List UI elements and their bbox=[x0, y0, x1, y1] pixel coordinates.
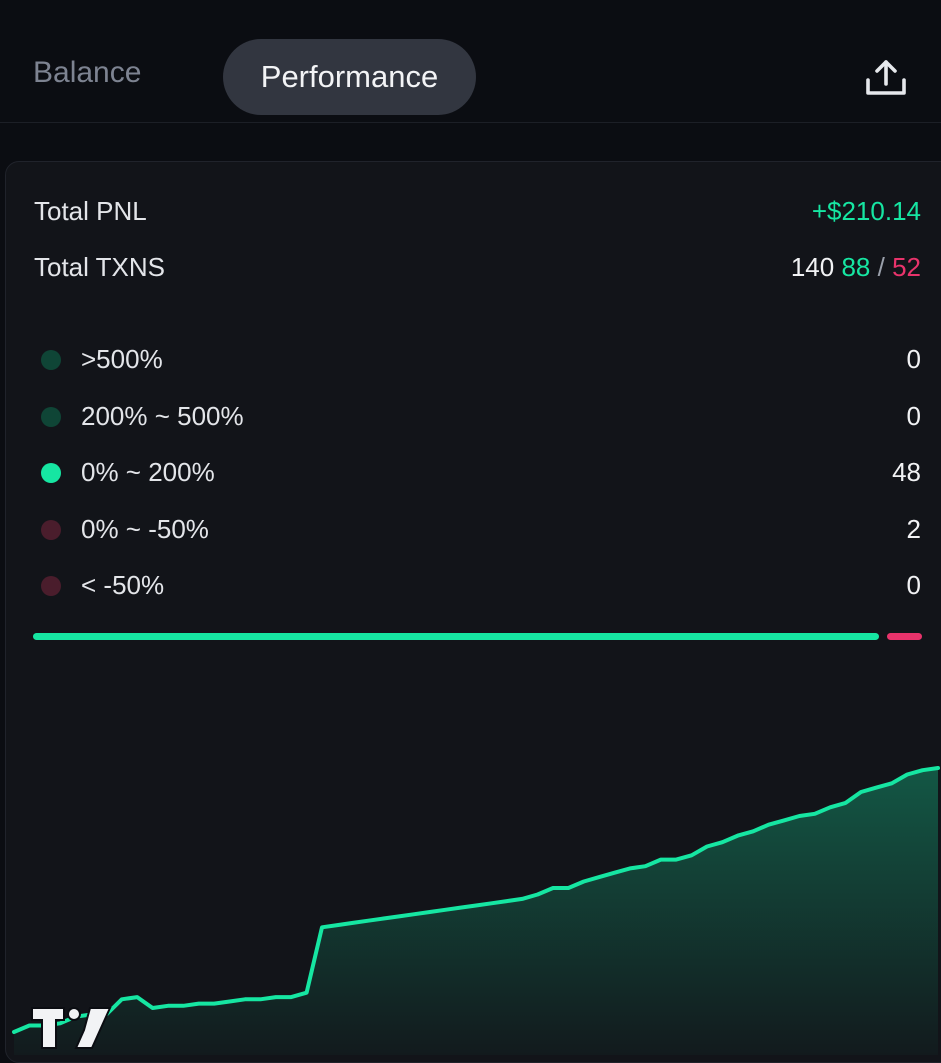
total-txns-values: 140 88 / 52 bbox=[791, 252, 921, 283]
bucket-label: 0% ~ 200% bbox=[81, 457, 215, 488]
tab-balance[interactable]: Balance bbox=[33, 56, 141, 90]
bucket-dot bbox=[41, 520, 61, 540]
tradingview-logo bbox=[30, 1004, 112, 1052]
total-txns-label: Total TXNS bbox=[34, 252, 165, 283]
total-pnl-row: Total PNL +$210.14 bbox=[34, 196, 921, 227]
bucket-dot bbox=[41, 576, 61, 596]
distribution-bar-negative bbox=[887, 633, 922, 640]
bucket-value: 48 bbox=[892, 457, 921, 488]
txns-separator: / bbox=[878, 252, 885, 282]
bucket-label: 0% ~ -50% bbox=[81, 514, 209, 545]
tab-performance[interactable]: Performance bbox=[223, 39, 476, 115]
bucket-label: < -50% bbox=[81, 570, 164, 601]
bucket-value: 0 bbox=[907, 344, 921, 375]
bucket-row-under-neg50: < -50% 0 bbox=[34, 570, 921, 601]
bucket-label: >500% bbox=[81, 344, 163, 375]
total-txns-count: 140 bbox=[791, 252, 834, 282]
total-pnl-value: +$210.14 bbox=[812, 196, 921, 227]
bucket-row-0-200: 0% ~ 200% 48 bbox=[34, 457, 921, 488]
txns-wins: 88 bbox=[841, 252, 870, 282]
total-txns-row: Total TXNS 140 88 / 52 bbox=[34, 252, 921, 283]
bucket-value: 0 bbox=[907, 401, 921, 432]
bucket-row-200-500: 200% ~ 500% 0 bbox=[34, 401, 921, 432]
bucket-row-over-500: >500% 0 bbox=[34, 344, 921, 375]
total-pnl-label: Total PNL bbox=[34, 196, 147, 227]
pnl-area-chart bbox=[0, 660, 941, 1055]
bucket-label: 200% ~ 500% bbox=[81, 401, 244, 432]
tab-bar: Balance Performance bbox=[0, 0, 941, 123]
bucket-value: 0 bbox=[907, 570, 921, 601]
txns-losses: 52 bbox=[892, 252, 921, 282]
bucket-value: 2 bbox=[907, 514, 921, 545]
distribution-bar-positive bbox=[33, 633, 879, 640]
bucket-dot bbox=[41, 350, 61, 370]
bucket-row-0-neg50: 0% ~ -50% 2 bbox=[34, 514, 921, 545]
bucket-dot bbox=[41, 407, 61, 427]
share-upload-icon bbox=[864, 58, 908, 98]
bucket-dot bbox=[41, 463, 61, 483]
chart-area-fill bbox=[14, 768, 938, 1055]
share-button[interactable] bbox=[864, 58, 908, 98]
